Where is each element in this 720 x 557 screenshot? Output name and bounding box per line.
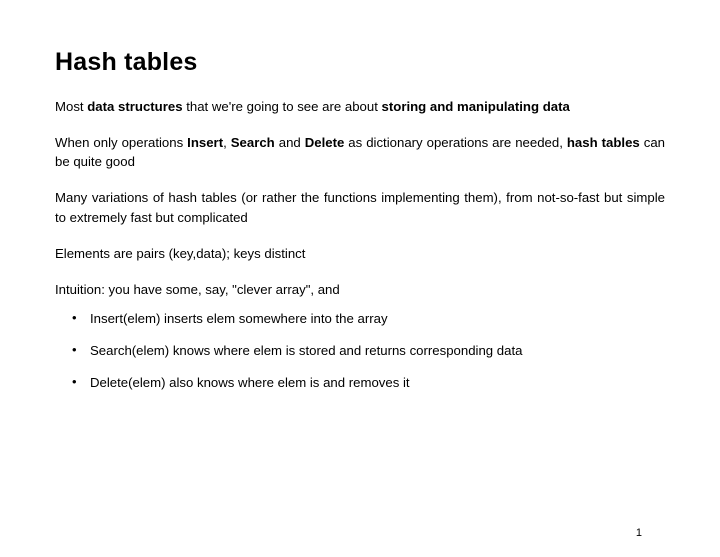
list-item: Insert(elem) inserts elem somewhere into… — [90, 309, 665, 328]
bold-text: storing and manipulating data — [382, 99, 570, 114]
paragraph-4: Elements are pairs (key,data); keys dist… — [55, 244, 665, 263]
text: , — [223, 135, 231, 150]
text: as dictionary operations are needed, — [344, 135, 567, 150]
text: and — [275, 135, 305, 150]
list-item: Delete(elem) also knows where elem is an… — [90, 373, 665, 392]
paragraph-5: Intuition: you have some, say, "clever a… — [55, 280, 665, 299]
paragraph-1: Most data structures that we're going to… — [55, 97, 665, 116]
paragraph-3: Many variations of hash tables (or rathe… — [55, 188, 665, 226]
list-item: Search(elem) knows where elem is stored … — [90, 341, 665, 360]
bullet-list: Insert(elem) inserts elem somewhere into… — [55, 309, 665, 392]
document-page: Hash tables Most data structures that we… — [0, 0, 720, 557]
bold-text: data structures — [87, 99, 182, 114]
bold-text: hash tables — [567, 135, 640, 150]
bold-text: Search — [231, 135, 275, 150]
text: that we're going to see are about — [183, 99, 382, 114]
page-title: Hash tables — [55, 48, 665, 77]
text: Most — [55, 99, 87, 114]
page-number: 1 — [636, 527, 642, 539]
bold-text: Insert — [187, 135, 223, 150]
paragraph-2: When only operations Insert, Search and … — [55, 133, 665, 171]
bold-text: Delete — [305, 135, 345, 150]
text: When only operations — [55, 135, 187, 150]
